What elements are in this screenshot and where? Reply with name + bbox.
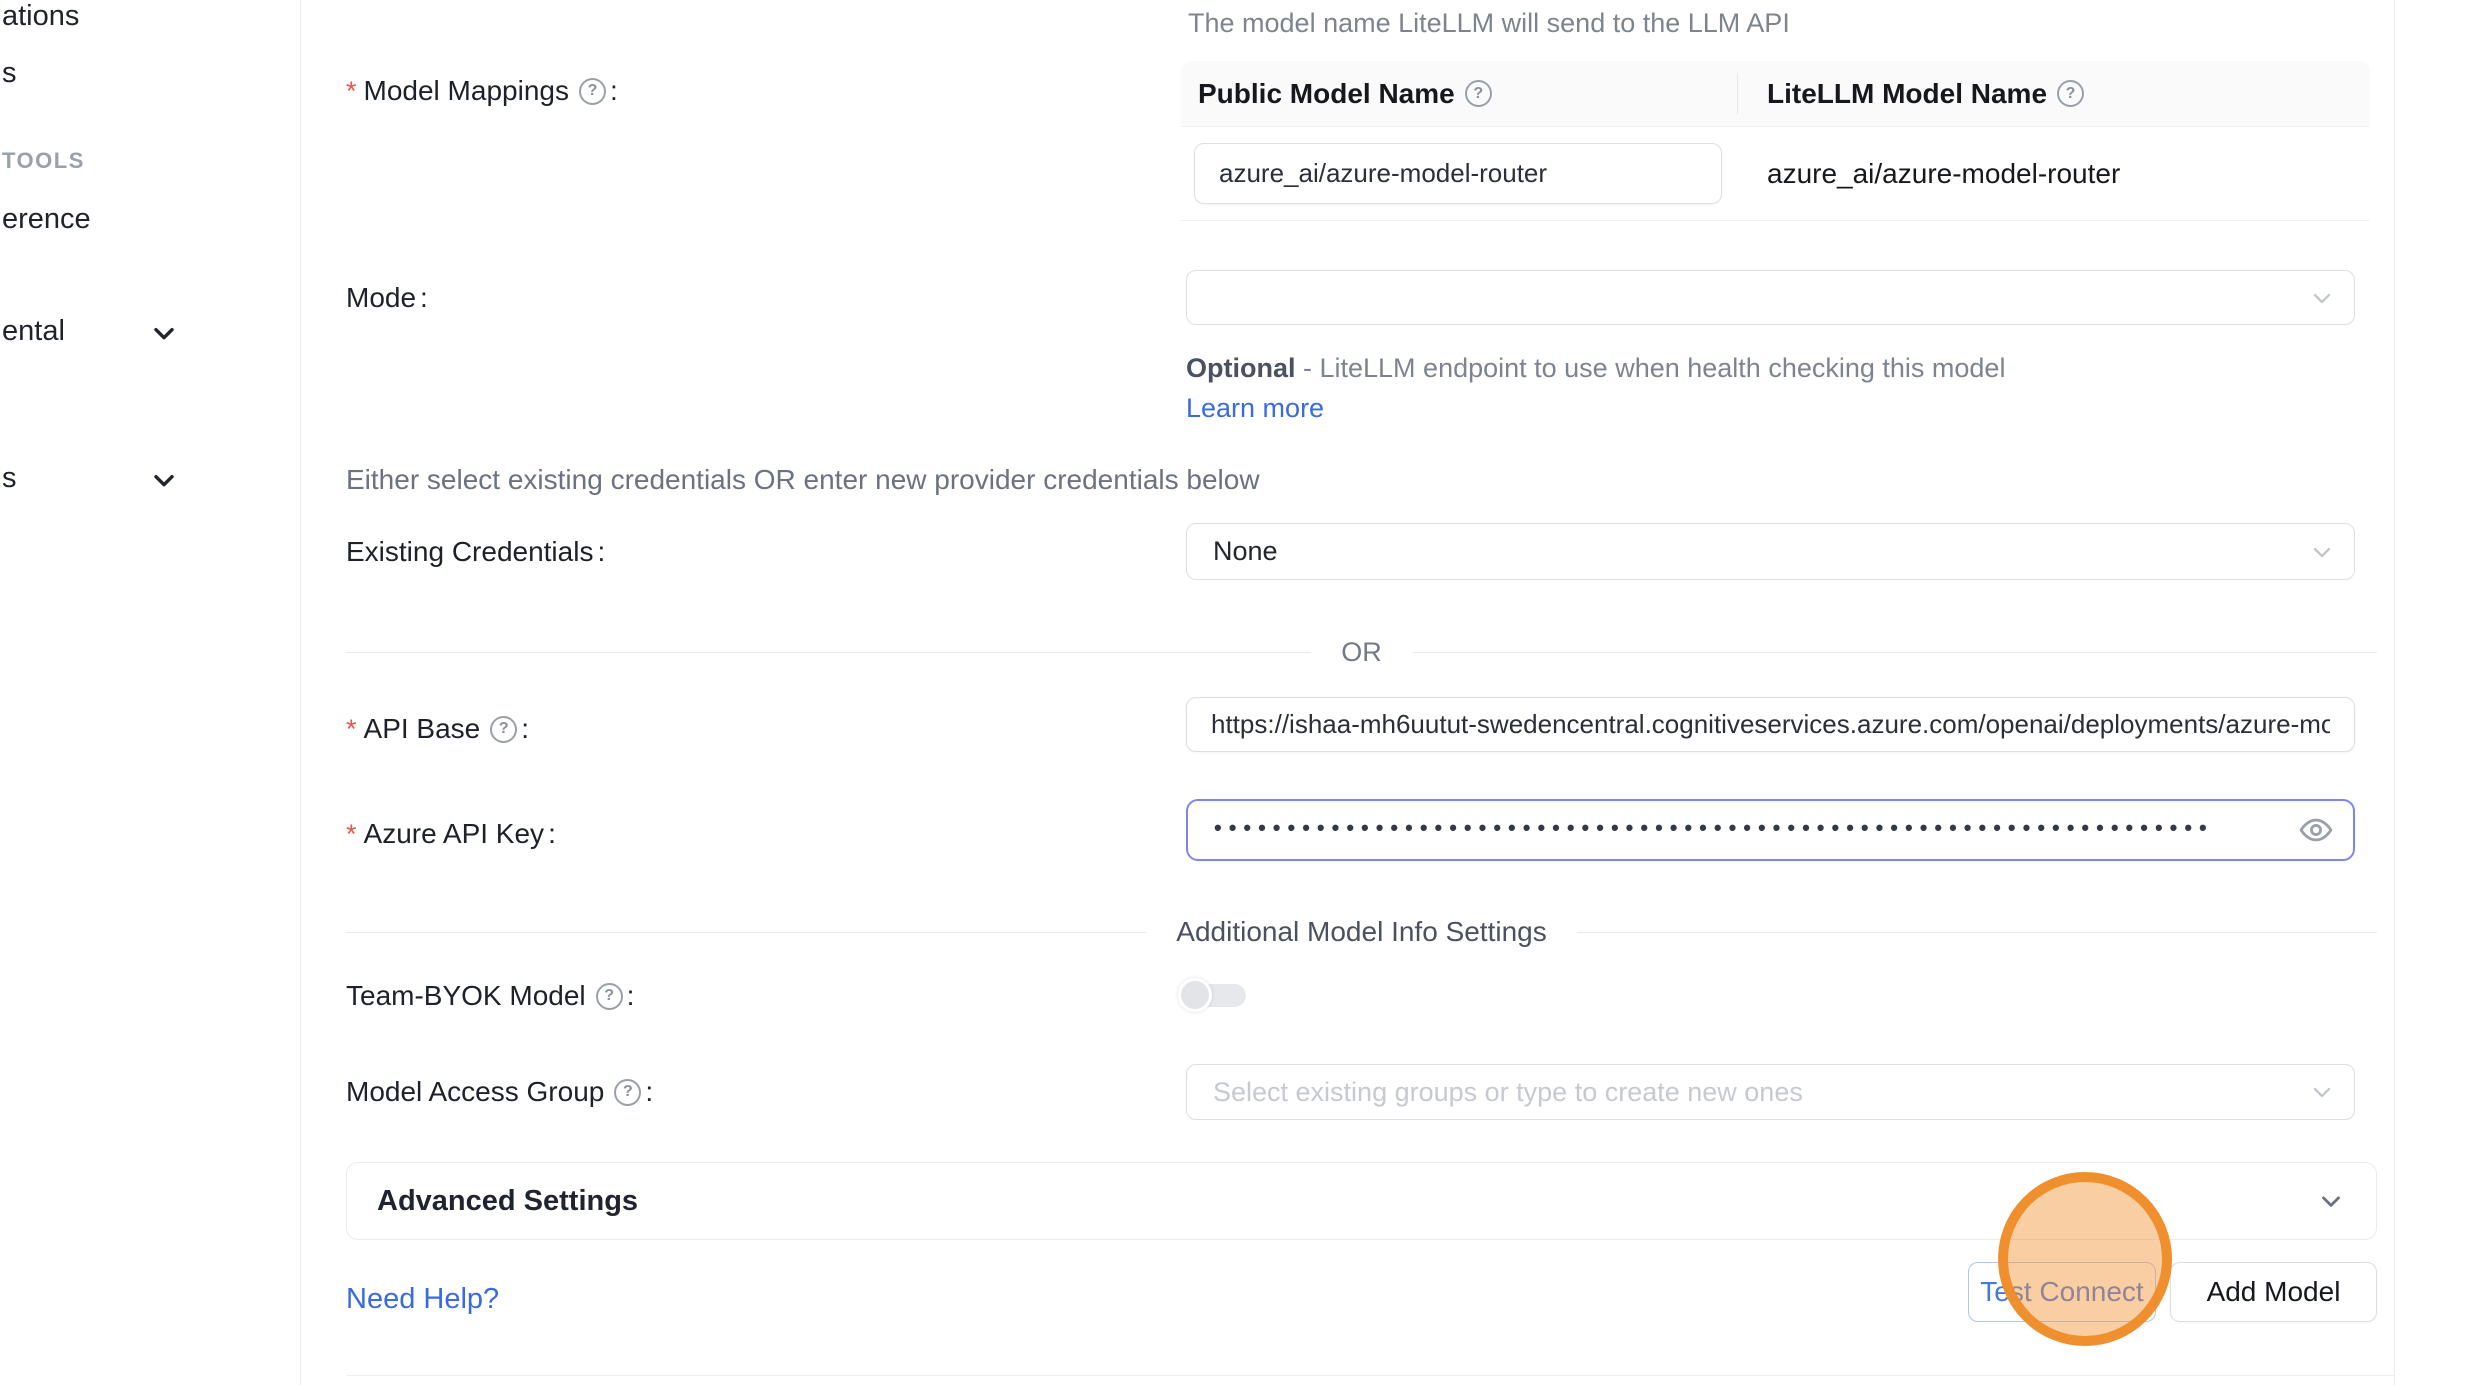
required-mark: * xyxy=(346,817,357,851)
model-access-group-label: Model Access Group ? : xyxy=(346,1075,653,1109)
team-byok-toggle[interactable] xyxy=(1178,978,1250,1012)
litellm-model-name-header: LiteLLM Model Name xyxy=(1767,78,2047,110)
azure-api-key-label: * Azure API Key : xyxy=(346,817,556,851)
existing-credentials-label: Existing Credentials : xyxy=(346,535,605,569)
required-mark: * xyxy=(346,74,357,108)
masked-password-value: ••••••••••••••••••••••••••••••••••••••••… xyxy=(1214,815,2214,841)
required-mark: * xyxy=(346,712,357,746)
question-circle-icon[interactable]: ? xyxy=(490,716,517,743)
add-model-page: ations s TOOLS erence ental s The model … xyxy=(0,0,2477,1385)
model-name-helper-text: The model name LiteLLM will send to the … xyxy=(1188,8,1790,39)
eye-icon[interactable] xyxy=(2299,813,2333,847)
sidebar-item-settings[interactable]: s xyxy=(2,462,17,495)
model-access-group-select[interactable]: Select existing groups or type to create… xyxy=(1186,1064,2355,1120)
column-divider xyxy=(1737,73,1738,114)
question-circle-icon[interactable]: ? xyxy=(596,983,623,1010)
question-circle-icon[interactable]: ? xyxy=(2057,80,2084,107)
litellm-model-name-value: azure_ai/azure-model-router xyxy=(1737,158,2120,190)
chevron-down-icon xyxy=(2308,538,2336,566)
chevron-down-icon xyxy=(2308,1078,2336,1106)
api-base-input[interactable] xyxy=(1186,697,2355,752)
chevron-down-icon[interactable] xyxy=(148,317,180,349)
question-circle-icon[interactable]: ? xyxy=(579,78,606,105)
sidebar-item-inference[interactable]: erence xyxy=(2,203,91,236)
additional-info-divider: Additional Model Info Settings xyxy=(346,916,2377,948)
chevron-down-icon xyxy=(2316,1186,2346,1216)
sidebar-section-tools: TOOLS xyxy=(2,148,85,174)
mode-helper-text: Optional - LiteLLM endpoint to use when … xyxy=(1186,348,2016,428)
question-circle-icon[interactable]: ? xyxy=(614,1079,641,1106)
mode-label: Mode : xyxy=(346,281,428,315)
model-mappings-label: * Model Mappings ? : xyxy=(346,74,618,108)
sidebar: ations s TOOLS erence ental s xyxy=(0,0,301,1385)
azure-api-key-input[interactable]: ••••••••••••••••••••••••••••••••••••••••… xyxy=(1186,799,2355,861)
sidebar-item[interactable]: s xyxy=(2,57,17,90)
content-right-border xyxy=(2394,0,2395,1385)
question-circle-icon[interactable]: ? xyxy=(1465,80,1492,107)
model-mappings-table: Public Model Name ? LiteLLM Model Name ?… xyxy=(1181,61,2370,221)
learn-more-link[interactable]: Learn more xyxy=(1186,393,1324,423)
advanced-settings-panel[interactable]: Advanced Settings xyxy=(346,1162,2377,1240)
model-mappings-table-row: azure_ai/azure-model-router xyxy=(1181,127,2370,221)
need-help-link[interactable]: Need Help? xyxy=(346,1283,499,1316)
chevron-down-icon xyxy=(2308,284,2336,312)
existing-credentials-select[interactable]: None xyxy=(1186,523,2355,580)
advanced-settings-label: Advanced Settings xyxy=(377,1185,638,1218)
api-base-label: * API Base ? : xyxy=(346,712,529,746)
sidebar-item-organizations[interactable]: ations xyxy=(2,0,79,33)
add-model-button[interactable]: Add Model xyxy=(2170,1262,2377,1322)
or-divider: OR xyxy=(346,637,2377,668)
sidebar-item-experimental[interactable]: ental xyxy=(2,315,65,348)
mode-select[interactable] xyxy=(1186,270,2355,325)
public-model-name-header: Public Model Name xyxy=(1198,78,1455,110)
credentials-note: Either select existing credentials OR en… xyxy=(346,464,1260,496)
team-byok-label: Team-BYOK Model ? : xyxy=(346,979,634,1013)
test-connect-button[interactable]: Test Connect xyxy=(1968,1262,2156,1322)
chevron-down-icon[interactable] xyxy=(148,464,180,496)
content-bottom-border xyxy=(346,1375,2394,1376)
model-mappings-table-header: Public Model Name ? LiteLLM Model Name ? xyxy=(1181,61,2370,127)
public-model-name-input[interactable] xyxy=(1194,143,1722,204)
select-placeholder: Select existing groups or type to create… xyxy=(1213,1077,1803,1108)
